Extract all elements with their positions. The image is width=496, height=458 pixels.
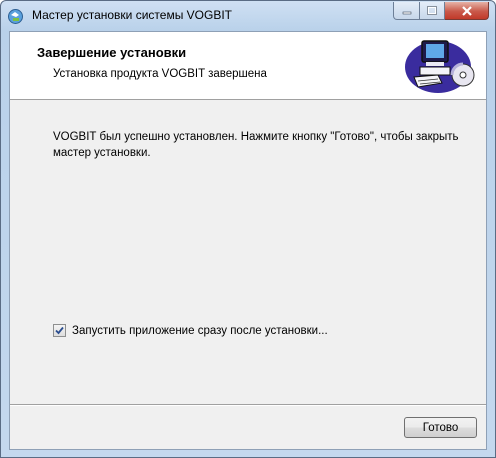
close-icon [461,5,472,16]
title-bar[interactable]: Мастер установки системы VOGBIT [1,1,495,31]
close-button[interactable] [445,2,489,20]
maximize-icon [427,6,437,15]
minimize-button[interactable] [393,2,420,20]
computer-cd-icon [405,40,475,93]
installer-window: Мастер установки системы VOGBIT Завершен… [0,0,496,458]
completion-message: VOGBIT был успешно установлен. Нажмите к… [53,131,459,159]
page-subtitle: Установка продукта VOGBIT завершена [53,68,267,80]
maximize-button[interactable] [420,2,445,20]
launch-checkbox[interactable] [53,324,66,337]
client-area: Завершение установки Установка продукта … [9,31,487,450]
checkmark-icon [55,326,64,335]
header-banner: Завершение установки Установка продукта … [10,32,486,100]
footer-divider [10,404,486,406]
caption-buttons [393,2,489,21]
finish-button[interactable]: Готово [404,417,477,438]
minimize-icon [402,11,411,14]
page-title: Завершение установки [37,45,187,60]
installer-app-icon [7,8,24,25]
launch-option[interactable]: Запустить приложение сразу после установ… [53,324,328,337]
window-title: Мастер установки системы VOGBIT [32,8,232,22]
launch-checkbox-label[interactable]: Запустить приложение сразу после установ… [72,325,328,337]
